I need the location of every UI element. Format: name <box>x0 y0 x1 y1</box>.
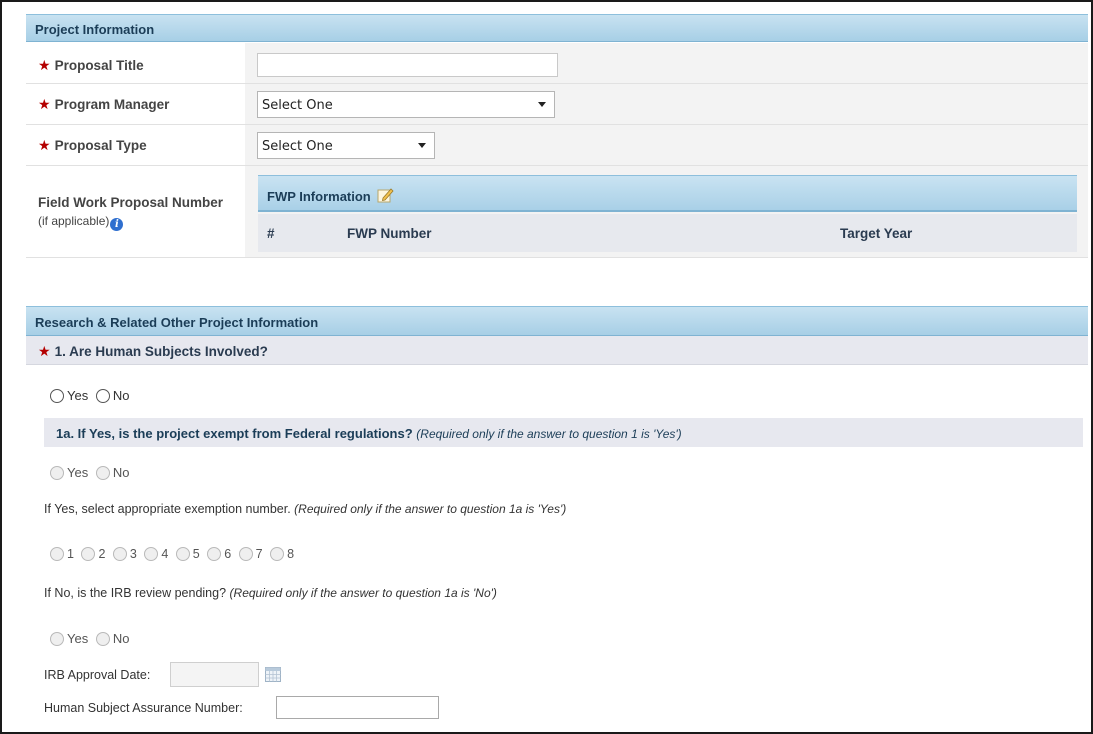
irb-pending-question: If No, is the IRB review pending? (Requi… <box>44 586 497 600</box>
calendar-icon[interactable] <box>265 667 281 685</box>
proposal-type-value-cell: Select One <box>245 125 1088 165</box>
pencil-icon[interactable] <box>377 187 394 206</box>
exemption-option-8[interactable]: 8 <box>270 547 294 561</box>
radio-icon <box>270 547 285 561</box>
q1a-header: 1a. If Yes, is the project exempt from F… <box>44 418 1083 447</box>
q1-radio-group: Yes No <box>50 388 133 406</box>
required-star-icon: ★ <box>38 343 51 359</box>
exemption-option-7[interactable]: 7 <box>238 547 263 561</box>
project-information-header: Project Information <box>26 14 1088 42</box>
exemption-question: If Yes, select appropriate exemption num… <box>44 502 567 516</box>
irb-approval-date-input[interactable] <box>170 662 259 687</box>
q1a-option-no[interactable]: No <box>95 465 129 480</box>
proposal-title-input[interactable] <box>257 53 558 77</box>
program-manager-selected-value: Select One <box>262 98 333 113</box>
exemption-option-3[interactable]: 3 <box>112 547 137 561</box>
q1a-radio-group: Yes No <box>50 465 133 483</box>
proposal-type-row: ★ Proposal Type Select One <box>26 125 1088 166</box>
project-information-title: Project Information <box>35 22 155 37</box>
form-frame: Project Information ★ Proposal Title ★ Pro… <box>0 0 1093 734</box>
program-manager-label-cell: ★ Program Manager <box>26 84 245 124</box>
rr-other-header: Research & Related Other Project Informa… <box>26 306 1088 336</box>
q1-option-no[interactable]: No <box>95 388 129 403</box>
assurance-number-label: Human Subject Assurance Number: <box>44 701 243 715</box>
required-star-icon: ★ <box>38 96 51 112</box>
proposal-type-selected-value: Select One <box>262 139 333 154</box>
proposal-title-value-cell <box>245 43 1088 83</box>
proposal-title-row: ★ Proposal Title <box>26 43 1088 84</box>
radio-icon <box>95 631 110 646</box>
irb-pending-option-yes[interactable]: Yes <box>50 631 88 646</box>
program-manager-select[interactable]: Select One <box>257 91 555 118</box>
fwp-information-header: FWP Information <box>258 175 1077 212</box>
radio-icon <box>81 547 96 561</box>
radio-icon <box>144 547 159 561</box>
fwp-col-target-year: Target Year <box>840 226 913 241</box>
fwp-col-number: FWP Number <box>347 226 432 241</box>
fwp-col-index: # <box>267 226 275 241</box>
proposal-type-label: ★ Proposal Type <box>38 137 147 153</box>
radio-icon <box>50 465 64 480</box>
fwp-information-title: FWP Information <box>267 189 371 204</box>
radio-icon <box>175 547 190 561</box>
assurance-number-input[interactable] <box>276 696 439 719</box>
radio-icon <box>238 547 253 561</box>
chevron-down-icon <box>418 143 426 148</box>
radio-icon <box>50 547 64 561</box>
info-icon[interactable]: i <box>110 218 124 231</box>
required-star-icon: ★ <box>38 137 51 153</box>
exemption-option-1[interactable]: 1 <box>50 547 74 561</box>
q1-header: ★ 1. Are Human Subjects Involved? <box>26 336 1088 365</box>
radio-icon <box>95 388 110 403</box>
program-manager-label: ★ Program Manager <box>38 96 170 112</box>
radio-icon <box>95 465 110 480</box>
required-star-icon: ★ <box>38 57 51 73</box>
q1a-option-yes[interactable]: Yes <box>50 465 88 480</box>
q1-label: 1. Are Human Subjects Involved? <box>54 344 268 359</box>
exemption-option-6[interactable]: 6 <box>207 547 231 561</box>
exemption-hint: (Required only if the answer to question… <box>294 502 567 516</box>
fwp-sublabel: (if applicable) i <box>38 214 124 231</box>
program-manager-value-cell: Select One <box>245 84 1088 124</box>
proposal-title-label: ★ Proposal Title <box>38 57 144 73</box>
fwp-table-columns: # FWP Number Target Year <box>258 214 1077 252</box>
exemption-option-5[interactable]: 5 <box>175 547 200 561</box>
exemption-radio-group: 1 2 3 4 5 6 7 8 <box>50 547 298 564</box>
radio-icon <box>112 547 127 561</box>
irb-pending-hint: (Required only if the answer to question… <box>229 586 497 600</box>
radio-icon <box>50 388 64 403</box>
fwp-label: Field Work Proposal Number <box>38 195 224 210</box>
exemption-option-4[interactable]: 4 <box>144 547 168 561</box>
proposal-type-select[interactable]: Select One <box>257 132 435 159</box>
q1-option-yes[interactable]: Yes <box>50 388 88 403</box>
rr-other-title: Research & Related Other Project Informa… <box>35 315 319 330</box>
irb-pending-option-no[interactable]: No <box>95 631 129 646</box>
proposal-type-label-cell: ★ Proposal Type <box>26 125 245 165</box>
proposal-title-label-cell: ★ Proposal Title <box>26 43 245 83</box>
radio-icon <box>50 631 64 646</box>
chevron-down-icon <box>538 102 546 107</box>
irb-pending-radio-group: Yes No <box>50 631 133 649</box>
q1a-hint: (Required only if the answer to question… <box>416 427 682 441</box>
fwp-label-cell: Field Work Proposal Number (if applicabl… <box>26 166 245 257</box>
q1a-label: 1a. If Yes, is the project exempt from F… <box>56 426 413 441</box>
irb-approval-date-label: IRB Approval Date: <box>44 668 151 682</box>
program-manager-row: ★ Program Manager Select One <box>26 84 1088 125</box>
exemption-option-2[interactable]: 2 <box>81 547 105 561</box>
radio-icon <box>207 547 222 561</box>
